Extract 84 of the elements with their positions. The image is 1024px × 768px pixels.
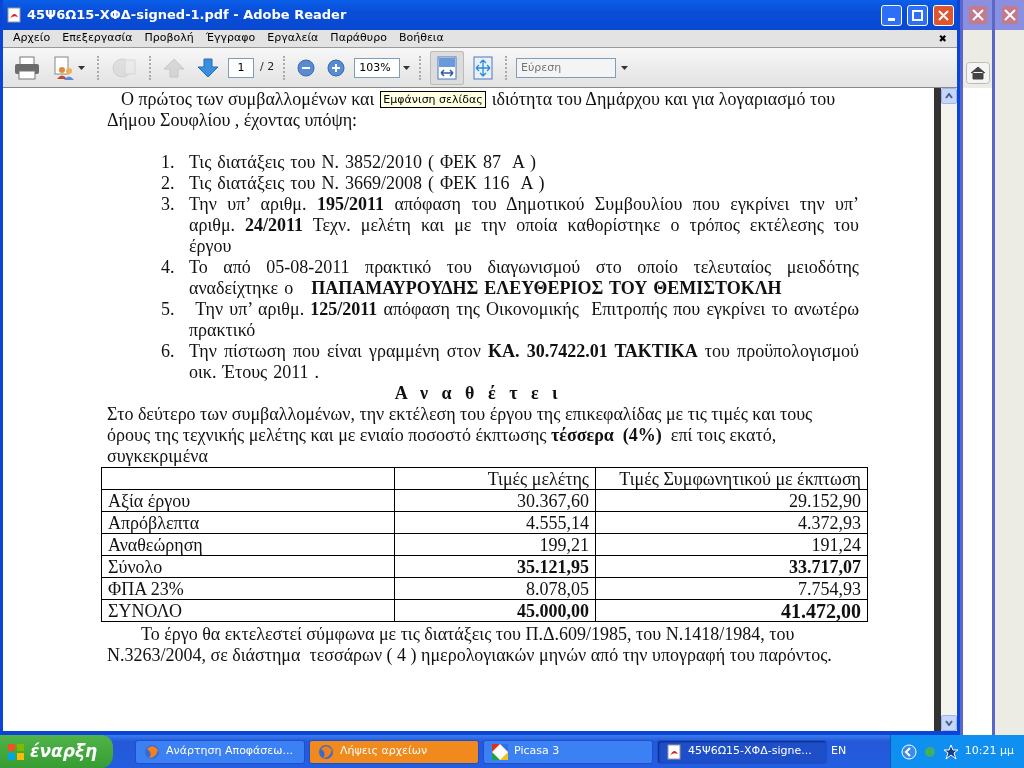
pdf-icon (6, 7, 22, 23)
menu-item[interactable]: Παράθυρο (324, 30, 393, 47)
close-button[interactable] (933, 4, 954, 26)
list-number: 6. (161, 341, 176, 363)
menu-item[interactable]: Επεξεργασία (56, 30, 139, 47)
fit-page-icon (472, 55, 493, 80)
caret-icon (78, 65, 85, 70)
body-paragraph: Στο δεύτερο των συμβαλλομένων, την εκτέλεση του έργου της επικεφαλίδας με τις τιμές και τους όρους της τεχνικής μελέτης και με ενιαίο ποσοστό έκπτωσης τέσσερα (4%) επί τοις εκατό, συγκεκριμένα (107, 404, 814, 467)
page-count: / 2 (260, 59, 275, 76)
close-icon (1001, 6, 1018, 24)
table-cell: ΣΥΝΟΛΟ (101, 599, 395, 622)
taskbar-button[interactable]: Picasa 3 (483, 739, 654, 764)
clock: 10:21 μμ (964, 743, 1014, 760)
maximize-button[interactable] (907, 4, 928, 26)
table-cell: 29.152,90 (595, 489, 868, 512)
page-number-field[interactable]: 1 (228, 57, 254, 78)
menu-item[interactable]: Αρχείο (7, 30, 57, 47)
list-number: 3. (161, 194, 176, 216)
list-number: 5. (161, 299, 176, 321)
table-cell: 30.367,60 (394, 489, 596, 512)
table-cell: Σύνολο (101, 555, 395, 578)
table-cell: 45.000,00 (394, 599, 596, 622)
print-icon (14, 55, 40, 80)
caret-icon (402, 65, 410, 70)
minimize-button[interactable] (881, 4, 902, 26)
search-field[interactable]: Εύρεση (515, 57, 616, 78)
close-icon (938, 9, 949, 21)
menu-item[interactable]: Εργαλεία (261, 30, 325, 47)
section-heading: Αναθέτει (394, 383, 572, 403)
star-icon[interactable] (942, 743, 959, 760)
list-item-text: Τις διατάξεις του Ν. 3852/2010 ( ΦΕΚ 87 Α ) (189, 152, 538, 173)
list-number: 2. (161, 173, 176, 194)
table-cell: 199,21 (394, 533, 596, 556)
body-text: ιδιότητα του Δημάρχου και για λογαριασμό του (491, 89, 836, 110)
body-text: Ο πρώτος των συμβαλλομένων και (121, 89, 375, 110)
table-cell: 35.121,95 (394, 555, 596, 578)
scroll-up-button[interactable] (941, 88, 957, 104)
list-item-text: Την πίστωση που είναι γραμμένη στον ΚΑ. 30.7422.01 ΤΑΚΤΙΚΑ του προϋπολογισμού οικ. Έτους 2011 . (189, 341, 859, 383)
table-cell: Αξία έργου (101, 489, 395, 512)
column-header: Τιμές μελέτης (394, 467, 596, 490)
list-number: 1. (161, 152, 176, 173)
list-number: 4. (161, 257, 176, 279)
list-item-text: Την υπ’ αριθμ. 195/2011 απόφαση του Δημοτικού Συμβουλίου που εγκρίνει την υπ’ αριθμ. 24/2011 Τεχν. μελέτη και με την οποία καθορίστηκε ο τρόπος εκτέλεσης του έργου (189, 194, 859, 257)
table-cell: 4.555,14 (394, 511, 596, 534)
up-arrow-icon (163, 56, 185, 79)
body-paragraph: Το έργο θα εκτελεστεί σύμφωνα με τις διατάξεις του Π.Δ.609/1985, του Ν.1418/1984, του Ν.3263/2004, σε διάστημα τεσσάρων ( 4 ) ημερολογιακών μηνών από την υπογραφή του παρόντος. (107, 624, 833, 666)
fit-width-button[interactable] (429, 50, 464, 85)
zoom-field[interactable]: 103% (354, 57, 401, 78)
scroll-down-button[interactable] (941, 715, 957, 731)
table-cell: 8.078,05 (394, 577, 596, 600)
scrollbar[interactable] (941, 88, 957, 731)
home-icon[interactable] (965, 62, 990, 84)
menu-item[interactable]: Προβολή (138, 30, 200, 47)
down-arrow-icon (197, 56, 219, 79)
body-text: Δήμου Σουφλίου , έχοντας υπόψη: (107, 110, 358, 131)
taskbar-button[interactable]: 45Ψ6Ω15-ΧΦΔ-signe... (657, 739, 828, 764)
taskbar-button[interactable]: Ανάρτηση Αποφάσεω... (135, 739, 306, 764)
close-document-button[interactable]: ✖ (932, 31, 953, 46)
table-cell: 4.372,93 (595, 511, 868, 534)
table-cell: 41.472,00 (595, 599, 868, 622)
pdf-icon (666, 743, 683, 760)
column-header: Τιμές Συμφωνητικού με έκπτωση (595, 467, 868, 490)
minimize-icon (888, 17, 895, 21)
table-cell: ΦΠΑ 23% (101, 577, 395, 600)
window-title: 45Ψ6Ω15-ΧΦΔ-signed-1.pdf - Adobe Reader (27, 6, 348, 25)
fit-width-icon (436, 55, 457, 80)
table-cell: 191,24 (595, 533, 868, 556)
minus-icon (297, 58, 316, 77)
close-icon (968, 6, 987, 24)
plus-icon (327, 58, 346, 77)
menu-item[interactable]: Βοήθεια (392, 30, 450, 47)
table-cell: 33.717,07 (595, 555, 868, 578)
caret-icon (621, 65, 629, 70)
tooltip: Εμφάνιση σελίδας (380, 91, 486, 108)
list-item-text: Τις διατάξεις του Ν. 3669/2008 ( ΦΕΚ 116 Α ) (189, 173, 546, 194)
people-icon (52, 55, 76, 80)
windows-logo-icon (8, 743, 24, 760)
chevron-icon[interactable] (900, 743, 917, 760)
maximize-icon (912, 9, 923, 21)
menu-item[interactable]: Έγγραφο (199, 30, 262, 47)
table-cell: Απρόβλεπτα (101, 511, 395, 534)
language-indicator[interactable]: EN (831, 743, 847, 760)
table-cell: 7.754,93 (595, 577, 868, 600)
table-cell: Αναθεώρηση (101, 533, 395, 556)
